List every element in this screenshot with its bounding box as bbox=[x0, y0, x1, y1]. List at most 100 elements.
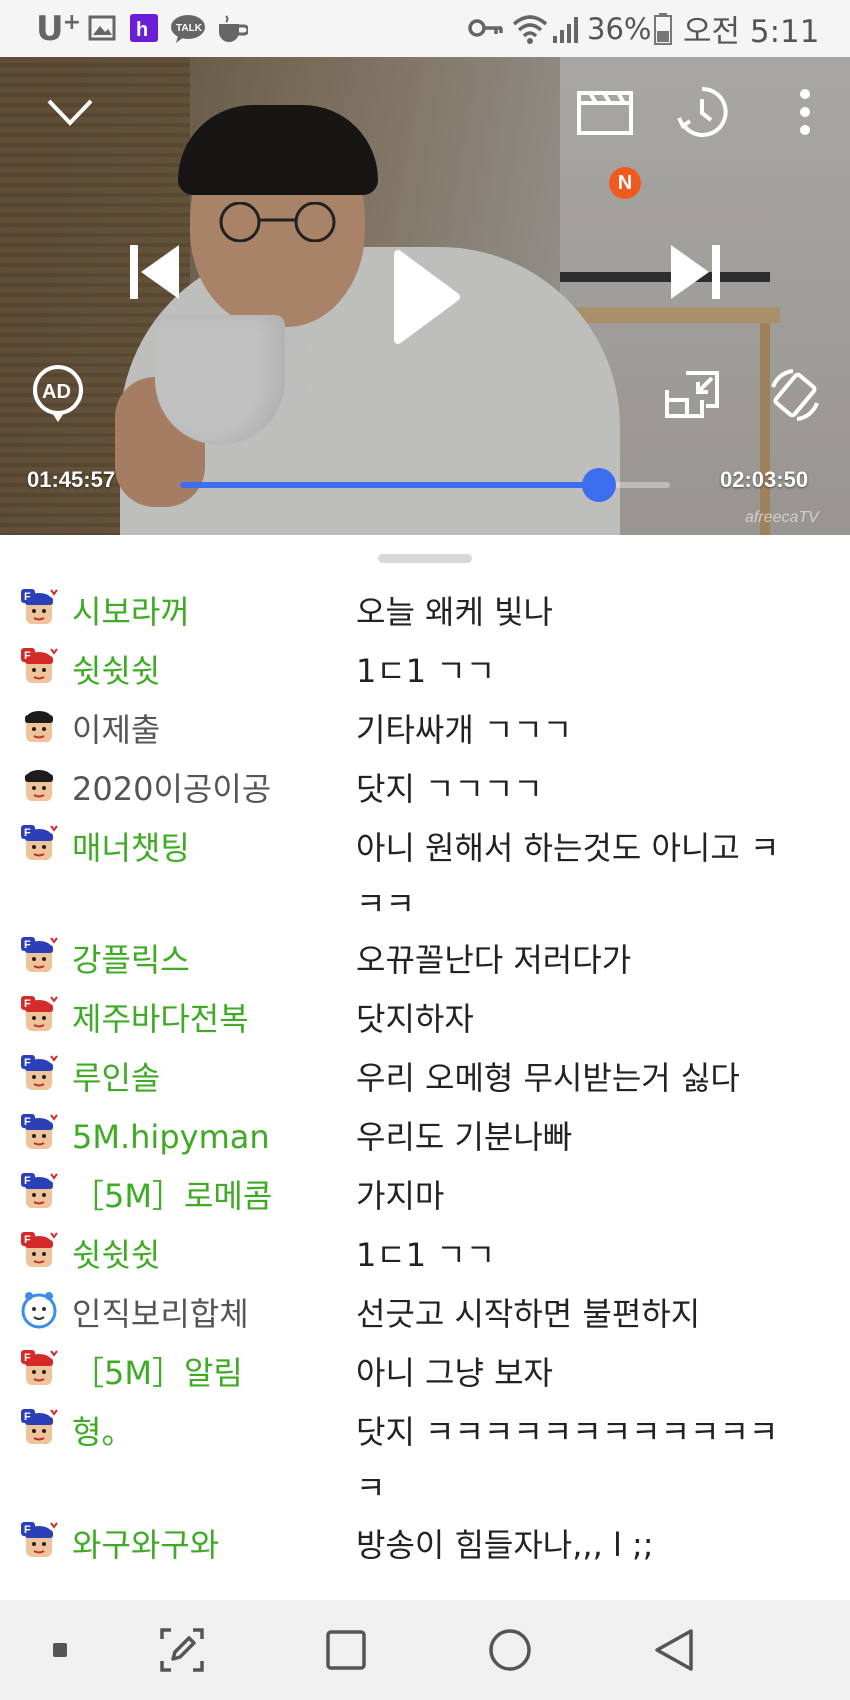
rotate-button[interactable] bbox=[760, 362, 830, 428]
seek-bar-thumb[interactable] bbox=[581, 468, 616, 502]
skip-next-icon bbox=[671, 245, 720, 299]
picture-in-picture-icon bbox=[665, 371, 719, 418]
chat-text: 닷지 ㅋㅋㅋㅋㅋㅋㅋㅋㅋㅋㅋㅋㅋ bbox=[356, 1413, 779, 1507]
chat-text: 닷지 ㄱㄱㄱㄱ bbox=[356, 770, 543, 808]
fan-badge-icon: F bbox=[20, 1113, 58, 1153]
clock-history-icon bbox=[677, 86, 728, 137]
chevron-down-icon bbox=[47, 99, 93, 126]
recent-dot-button[interactable] bbox=[30, 1620, 90, 1680]
chat-text: 선긋고 시작하면 불편하지 bbox=[356, 1295, 701, 1333]
capture-icon bbox=[160, 1628, 204, 1672]
screen-rotation-icon bbox=[771, 369, 819, 421]
hi-app-icon: h bbox=[130, 14, 158, 42]
chat-nickname[interactable]: 강플릭스 bbox=[72, 938, 190, 982]
svg-text:F: F bbox=[24, 1411, 31, 1423]
fan-badge-icon: F bbox=[20, 1349, 58, 1389]
svg-text:F: F bbox=[24, 827, 31, 839]
wifi-icon bbox=[512, 15, 548, 44]
svg-text:F: F bbox=[24, 1234, 31, 1246]
svg-text:F: F bbox=[24, 1524, 31, 1536]
capture-button[interactable] bbox=[152, 1620, 212, 1680]
seek-bar-progress bbox=[180, 482, 599, 488]
chat-list[interactable]: F 시보라꺼 오늘 왜케 빛나 F 쉿쉿쉿 1ㄷ1 ㄱㄱ 이제출 기타싸개 ㄱㄱㄱ 2020이공… bbox=[0, 560, 850, 1600]
chat-text: 아니 원해서 하는것도 아니고 ㅋㅋㅋ bbox=[356, 829, 780, 923]
overview-button[interactable] bbox=[316, 1620, 376, 1680]
chat-text: 가지마 bbox=[356, 1177, 445, 1215]
seek-bar[interactable] bbox=[180, 468, 670, 502]
history-button[interactable] bbox=[672, 82, 732, 142]
new-badge: N bbox=[609, 167, 641, 199]
chat-nickname[interactable]: 시보라꺼 bbox=[72, 590, 190, 634]
fan-badge-icon: F bbox=[20, 1054, 58, 1094]
svg-text:F: F bbox=[24, 1057, 31, 1069]
coffee-icon bbox=[219, 15, 248, 42]
svg-text:F: F bbox=[24, 998, 31, 1010]
chat-text: 1ㄷ1 ㄱㄱ bbox=[356, 1236, 496, 1274]
recent-dot-icon bbox=[53, 1643, 67, 1657]
collapse-button[interactable] bbox=[40, 87, 100, 137]
gallery-icon bbox=[88, 15, 116, 41]
fan-badge-icon: F bbox=[20, 1172, 58, 1212]
skip-previous-icon bbox=[130, 245, 179, 299]
chat-nickname[interactable]: ［5M］알림 bbox=[72, 1351, 243, 1395]
home-icon bbox=[489, 1629, 531, 1671]
chat-text: 우리 오메형 무시받는거 싫다 bbox=[356, 1059, 740, 1097]
chat-text: 아니 그냥 보자 bbox=[356, 1354, 553, 1392]
chat-nickname[interactable]: 인직보리합체 bbox=[72, 1292, 249, 1336]
battery-percent: 36% bbox=[587, 11, 652, 46]
play-button[interactable] bbox=[380, 247, 470, 347]
fan-badge-icon: F bbox=[20, 647, 58, 687]
next-button[interactable] bbox=[660, 237, 730, 307]
chat-nickname[interactable]: 이제출 bbox=[72, 708, 160, 752]
chat-nickname[interactable]: 쉿쉿쉿 bbox=[72, 1233, 160, 1277]
svg-text:TALK: TALK bbox=[176, 23, 203, 34]
svg-text:F: F bbox=[24, 591, 31, 603]
total-time: 02:03:50 bbox=[720, 467, 809, 492]
svg-text:F: F bbox=[24, 1175, 31, 1187]
chat-nickname[interactable]: 2020이공이공 bbox=[72, 767, 271, 811]
battery-icon bbox=[654, 13, 672, 45]
video-player[interactable]: N AD 01:45:57 02:03:50 afreecaTV bbox=[0, 57, 850, 535]
home-button[interactable] bbox=[480, 1620, 540, 1680]
ad-label: AD bbox=[42, 381, 71, 403]
fan-badge-icon: F bbox=[20, 995, 58, 1035]
kakaotalk-icon: TALK bbox=[171, 15, 205, 43]
fan-badge-icon: F bbox=[20, 1231, 58, 1271]
ad-button[interactable]: AD bbox=[28, 362, 88, 426]
status-time: 오전 5:11 bbox=[683, 14, 820, 50]
chat-text: 방송이 힘들자나,,, l ;; bbox=[356, 1526, 654, 1564]
chat-text: 1ㄷ1 ㄱㄱ bbox=[356, 652, 496, 690]
fan-badge-icon: F bbox=[20, 588, 58, 628]
carrier-label: U + bbox=[36, 8, 81, 49]
svg-text:F: F bbox=[24, 1116, 31, 1128]
user-avatar-icon bbox=[20, 765, 58, 805]
ad-icon: AD bbox=[33, 365, 83, 422]
chat-nickname[interactable]: 루인솔 bbox=[72, 1056, 160, 1100]
key-icon bbox=[468, 19, 503, 37]
back-button[interactable] bbox=[644, 1620, 704, 1680]
chat-nickname[interactable]: 매너챗팅 bbox=[72, 826, 190, 870]
chat-nickname[interactable]: 형。 bbox=[72, 1410, 133, 1454]
clock-avatar-icon bbox=[20, 1290, 58, 1330]
chat-text: 닷지하자 bbox=[356, 1000, 474, 1038]
chat-nickname[interactable]: 와구와구와 bbox=[72, 1523, 219, 1567]
clips-button[interactable] bbox=[570, 82, 640, 142]
chat-nickname[interactable]: 쉿쉿쉿 bbox=[72, 649, 160, 693]
svg-text:F: F bbox=[24, 650, 31, 662]
status-bar: U + h TALK 36% 오전 5:11 bbox=[0, 0, 850, 57]
previous-button[interactable] bbox=[120, 237, 190, 307]
chat-nickname[interactable]: 5M.hipyman bbox=[72, 1115, 270, 1159]
more-options-button[interactable] bbox=[780, 82, 830, 142]
chat-nickname[interactable]: ［5M］로메콤 bbox=[72, 1174, 272, 1218]
fan-badge-icon: F bbox=[20, 936, 58, 976]
chat-nickname[interactable]: 제주바다전복 bbox=[72, 997, 249, 1041]
mini-player-button[interactable] bbox=[660, 365, 724, 425]
fan-badge-icon: F bbox=[20, 1408, 58, 1448]
current-time: 01:45:57 bbox=[27, 467, 116, 492]
svg-text:h: h bbox=[136, 19, 148, 41]
svg-text:F: F bbox=[24, 1352, 31, 1364]
chat-text: 오뀨꼴난다 저러다가 bbox=[356, 941, 632, 979]
chat-text: 우리도 기분나빠 bbox=[356, 1118, 573, 1156]
more-vertical-icon bbox=[800, 89, 810, 135]
signal-icon bbox=[553, 17, 578, 43]
